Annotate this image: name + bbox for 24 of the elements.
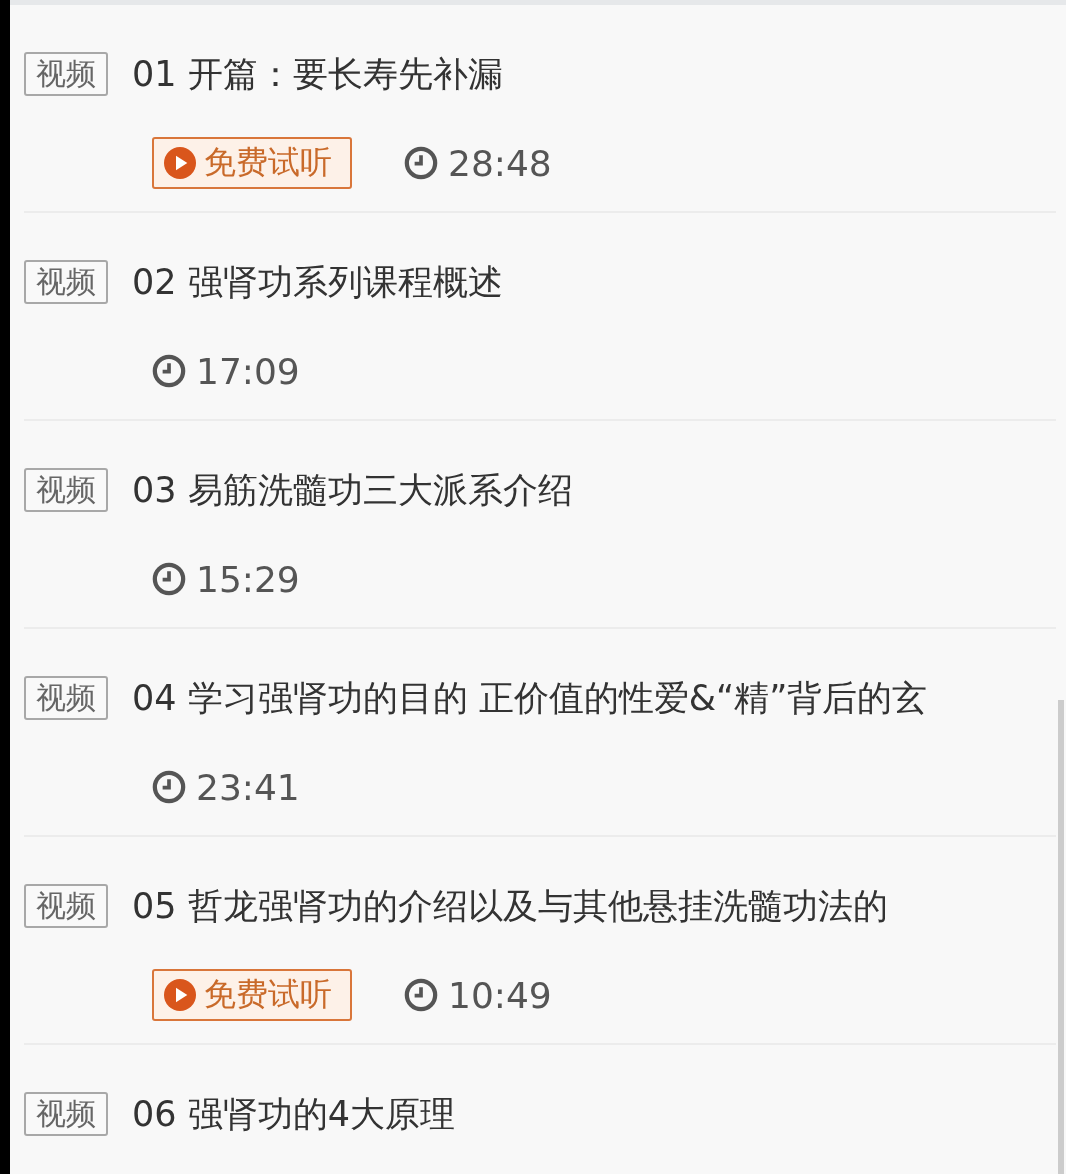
lesson-title[interactable]: 06 强肾功的4大原理 [132,1090,455,1138]
duration: 10:49 [448,974,552,1016]
lesson-title[interactable]: 01 开篇：要长寿先补漏 [132,50,503,98]
lesson-title[interactable]: 05 哲龙强肾功的介绍以及与其他悬挂洗髓功法的 [132,882,888,930]
duration: 17:09 [196,350,300,392]
play-icon [164,147,196,179]
clock-icon [152,770,186,804]
clock-icon [404,146,438,180]
video-tag: 视频 [24,676,108,720]
video-tag: 视频 [24,1092,108,1136]
lesson-title[interactable]: 02 强肾功系列课程概述 [132,258,503,306]
video-tag: 视频 [24,884,108,928]
clock-icon [152,354,186,388]
play-icon [164,979,196,1011]
lesson-title[interactable]: 03 易筋洗髓功三大派系介绍 [132,466,573,514]
video-tag: 视频 [24,260,108,304]
clock-icon [404,978,438,1012]
duration: 15:29 [196,558,300,600]
video-tag: 视频 [24,468,108,512]
duration: 28:48 [448,142,552,184]
clock-icon [152,562,186,596]
video-tag: 视频 [24,52,108,96]
lesson-title[interactable]: 04 学习强肾功的目的 正价值的性爱&“精”背后的玄 [132,674,928,722]
duration: 23:41 [196,766,300,808]
